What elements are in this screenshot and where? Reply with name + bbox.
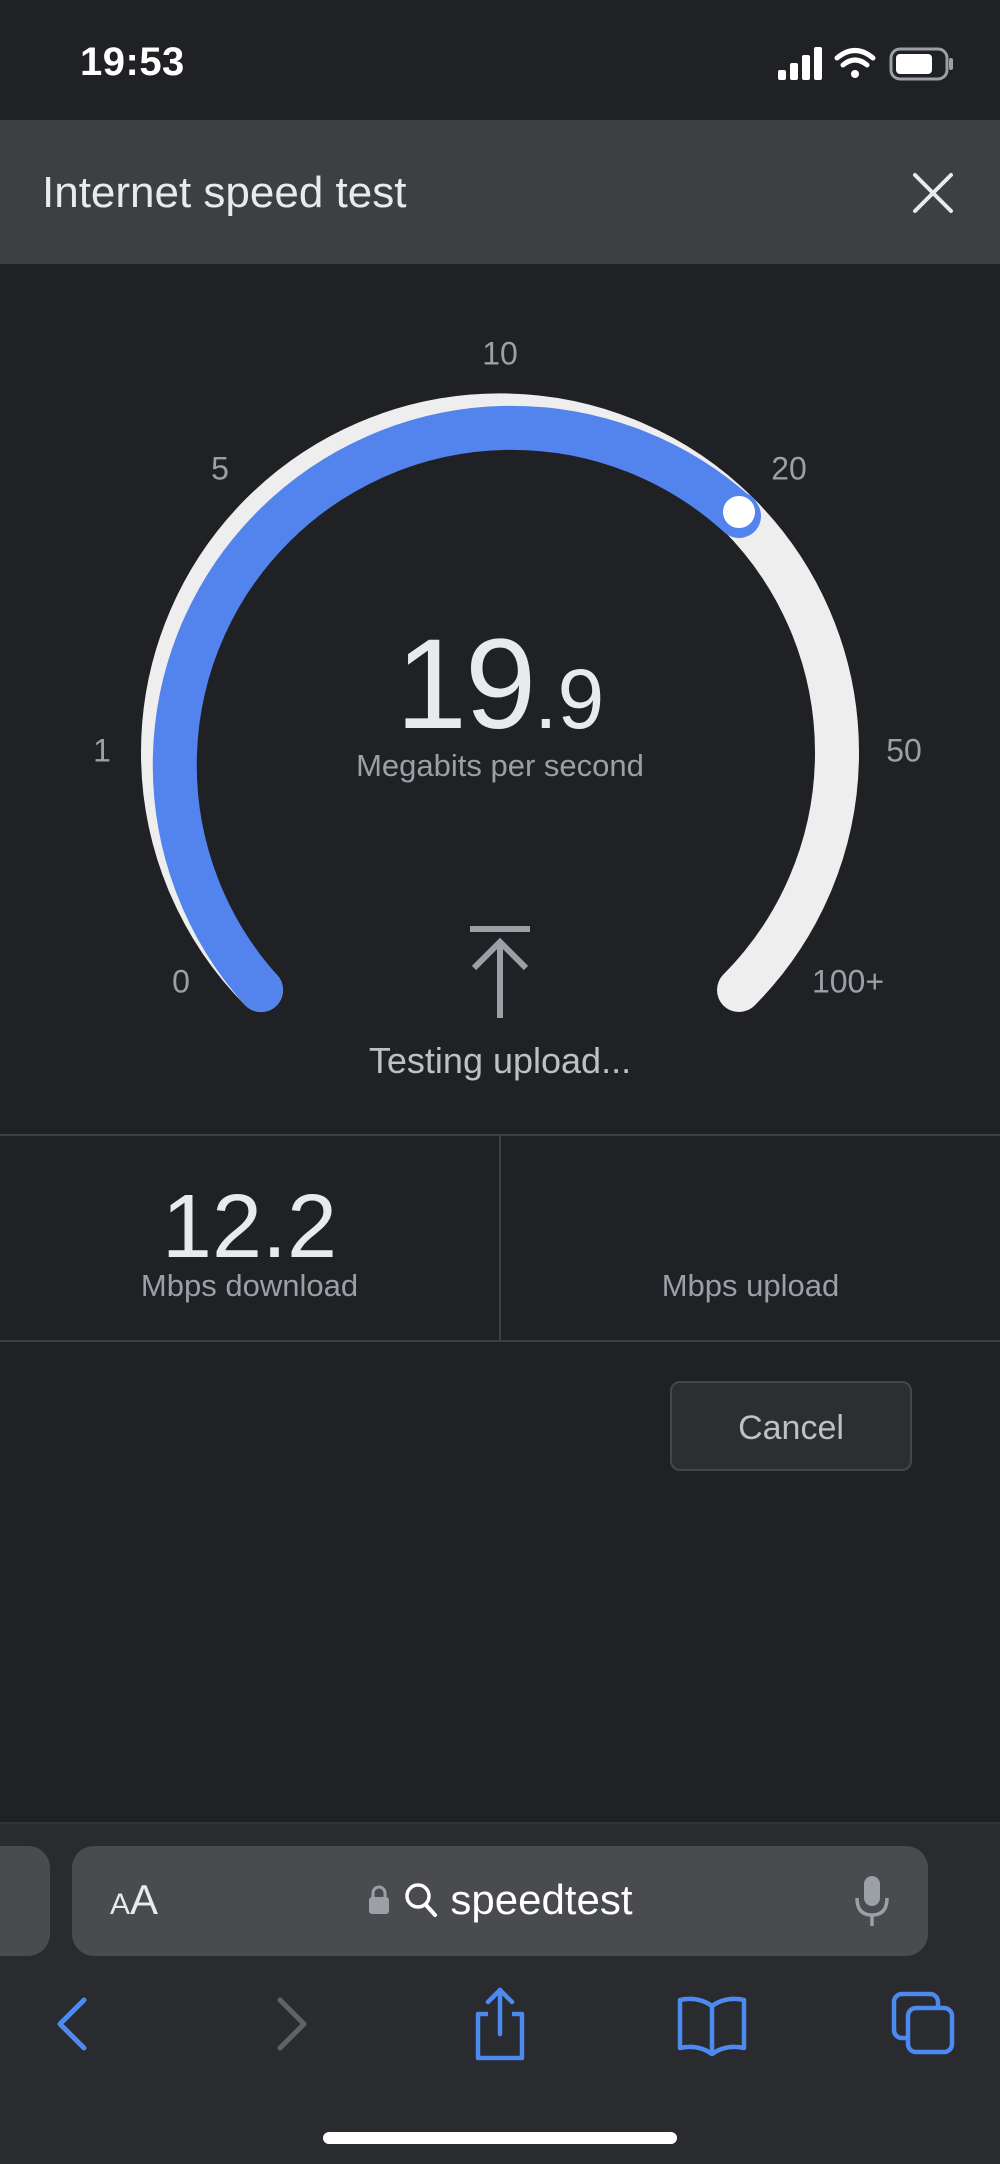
speed-test-header: Internet speed test [0,120,1000,264]
download-label: Mbps download [140,1268,359,1303]
tabs-icon[interactable] [884,1984,964,2064]
forward-arrow-icon[interactable] [250,1984,330,2064]
current-speed-integer: 19 [395,613,536,756]
speed-gauge: 0 1 5 10 20 50 100+ 19.9 Megabits per se… [0,264,1000,1134]
browser-toolbar [0,1984,1000,2084]
header-title: Internet speed test [42,168,407,217]
download-result: 12.2 Mbps download [0,1136,501,1340]
test-status-label: Testing upload... [368,1040,632,1081]
upload-arrow-icon [470,926,530,1018]
results-panel: 12.2 Mbps download Mbps upload [0,1134,1000,1342]
current-speed-decimal: .9 [534,652,605,746]
upload-label: Mbps upload [661,1268,840,1303]
download-value: 12.2 [161,1177,338,1277]
previous-tab-preview[interactable] [0,1846,50,1956]
bookmarks-icon[interactable] [672,1984,752,2064]
status-icons [778,47,953,81]
gauge-scale-label: 0 [172,963,190,1000]
status-bar: 19:53 [0,0,1000,120]
cellular-signal-icon [778,47,822,80]
status-time: 19:53 [80,40,185,84]
microphone-icon[interactable] [852,1874,892,1930]
browser-bottom-bar: AA speedtest [0,1822,1000,2164]
cancel-button[interactable]: Cancel [670,1381,912,1471]
close-icon[interactable] [898,158,968,228]
wifi-icon [834,48,876,78]
gauge-scale-label: 100+ [811,963,885,1000]
current-speed-value: 19.9 [0,611,1000,758]
speed-unit-label: Megabits per second [356,748,644,783]
gauge-scale-label: 10 [482,335,518,372]
gauge-scale-label: 20 [771,450,807,487]
back-arrow-icon[interactable] [34,1984,114,2064]
page: 19:53 Internet speed test 0 1 5 10 20 50… [0,0,1000,2164]
search-icon [405,1883,437,1917]
lock-icon [369,1885,390,1914]
upload-result: Mbps upload [501,1136,1000,1340]
home-indicator[interactable] [323,2132,677,2144]
address-bar[interactable]: AA speedtest [72,1846,928,1956]
address-display: speedtest [72,1876,928,1926]
address-text: speedtest [450,1876,633,1923]
gauge-scale-label: 5 [211,450,229,487]
share-icon[interactable] [460,1984,540,2064]
battery-icon [889,47,953,81]
gauge-needle-knob [719,492,759,532]
